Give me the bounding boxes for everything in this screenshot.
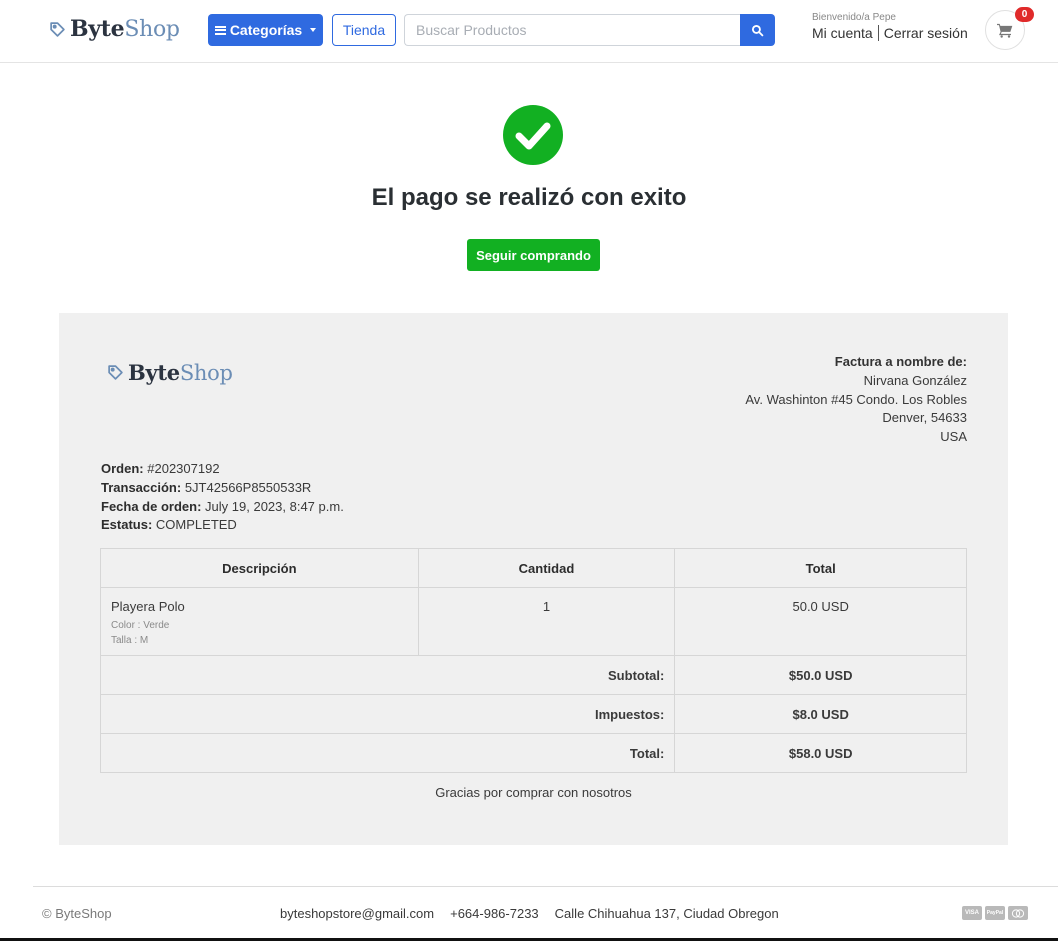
subtotal-row: Subtotal: $50.0 USD [99,655,967,695]
column-header-total: Total [674,548,967,588]
store-button[interactable]: Tienda [332,14,396,46]
search-button[interactable] [740,14,775,46]
invoice-card: Byte Shop Factura a nombre de: Nirvana Go… [59,313,1008,845]
page-title: El pago se realizó con exito [371,184,687,211]
mastercard-icon [1008,906,1028,920]
success-check-icon [503,105,563,165]
search-input[interactable] [404,14,741,46]
logo-text-light: Shop [124,16,180,42]
transaction-value: 5JT42566P8550533R [184,479,312,495]
bill-country: USA [940,429,967,445]
site-logo[interactable]: Byte Shop [49,16,180,42]
order-date-value: July 19, 2023, 8:47 p.m. [205,498,344,514]
visa-icon: VISA [962,906,982,920]
bill-city: Denver, 54633 [882,410,967,426]
item-color: Color : Verde [111,620,170,631]
footer-divider [33,886,1058,887]
tax-label: Impuestos: [99,694,676,734]
menu-icon [214,25,226,35]
order-info: Orden: #202307192 Transacción: 5JT42566P… [101,460,344,535]
tag-icon [50,21,65,37]
caret-down-icon [310,28,317,32]
item-description-cell: Playera Polo Color : Verde Talla : M [100,587,419,656]
paypal-icon: PayPal [985,906,1005,920]
total-value: $58.0 USD [674,733,967,773]
table-row: Playera Polo Color : Verde Talla : M 1 5… [100,587,967,656]
divider [877,25,879,41]
tax-row: Impuestos: $8.0 USD [99,694,967,734]
order-label: Orden: [101,461,144,476]
footer-contact: byteshopstore@gmail.com +664-986-7233 Ca… [280,906,779,921]
logout-link[interactable]: Cerrar sesión [884,25,968,41]
transaction-label: Transacción: [101,479,182,495]
column-header-quantity: Cantidad [417,548,676,588]
bill-address: Av. Washinton #45 Condo. Los Robles [745,391,967,407]
invoice-table: Descripción Cantidad Total Playera Polo … [99,548,967,773]
subtotal-label: Subtotal: [99,655,676,695]
status-label: Estatus: [101,517,153,533]
categories-label: Categorías [229,22,303,38]
invoice-logo: Byte Shop [107,360,233,385]
logo-text-bold: Byte [128,360,180,385]
item-total: 50.0 USD [674,587,967,656]
my-account-link[interactable]: Mi cuenta [812,25,873,41]
site-header: ByteShop Categorías Tienda Bienvenido/a … [0,0,1058,63]
footer-phone: +664-986-7233 [450,906,539,921]
item-size: Talla : M [111,634,149,646]
copyright: © ByteShop [42,906,112,921]
bill-to-label: Factura a nombre de: [834,354,967,369]
tax-value: $8.0 USD [674,694,967,734]
subtotal-value: $50.0 USD [674,655,967,695]
continue-shopping-button[interactable]: Seguir comprando [467,239,600,271]
cart-icon [997,23,1013,38]
categories-button[interactable]: Categorías [208,14,323,46]
logo-text-light: Shop [179,360,233,385]
order-value: #202307192 [147,461,220,476]
footer-email[interactable]: byteshopstore@gmail.com [280,906,434,921]
logo-text-bold: Byte [70,16,125,42]
cart-count-badge: 0 [1015,7,1034,22]
search-icon [751,24,764,36]
status-value: COMPLETED [155,517,237,533]
thanks-message: Gracias por comprar con nosotros [435,785,632,800]
welcome-text: Bienvenido/a Pepe [812,12,896,23]
payment-methods: VISA PayPal [962,906,1028,920]
order-date-label: Fecha de orden: [101,498,202,514]
total-row: Total: $58.0 USD [99,733,967,773]
total-label: Total: [99,733,676,773]
tag-icon [108,365,123,380]
account-links: Mi cuenta Cerrar sesión [812,25,968,41]
item-name: Playera Polo [111,599,185,614]
item-quantity: 1 [417,587,676,656]
table-header-row: Descripción Cantidad Total [100,548,967,588]
footer-address: Calle Chihuahua 137, Ciudad Obregon [554,906,779,921]
column-header-description: Descripción [100,548,419,588]
bill-to-block: Factura a nombre de: Nirvana González Av… [745,353,967,447]
bill-name: Nirvana González [863,372,967,388]
